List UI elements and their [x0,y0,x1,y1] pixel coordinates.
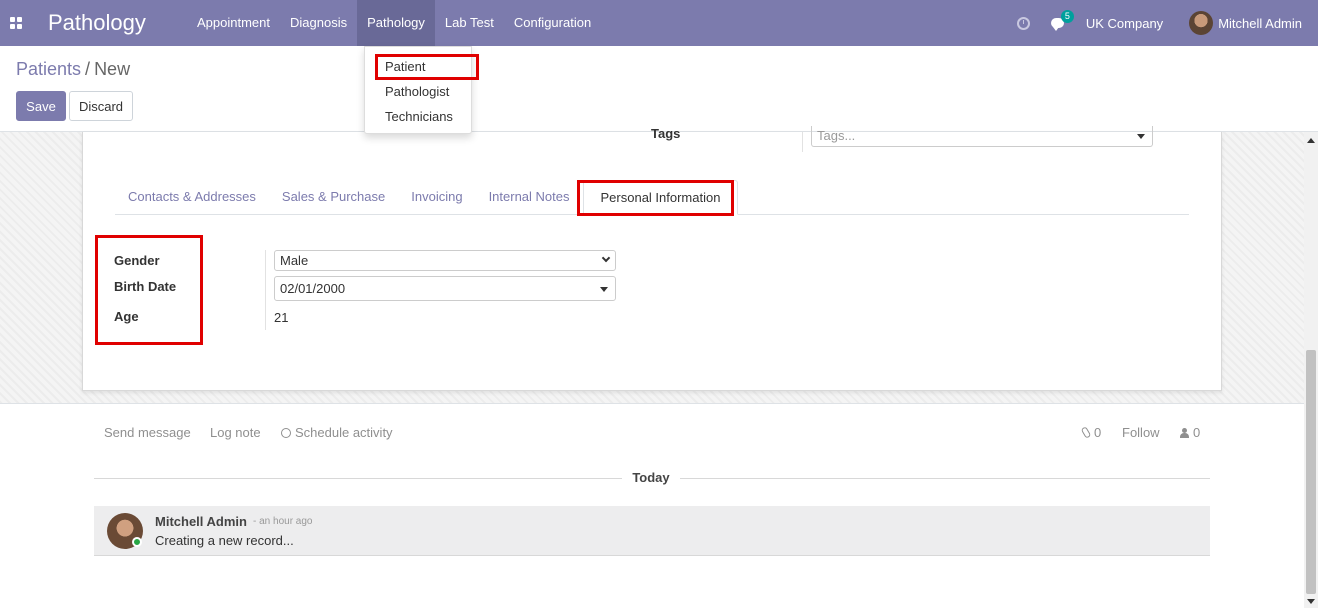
user-avatar [1189,11,1214,35]
message-time: - an hour ago [253,516,313,527]
send-message-button[interactable]: Send message [104,425,191,440]
chat-count-badge: 5 [1060,10,1074,23]
navbar-systray: 5 UK Company Mitchell Admin [1016,0,1318,46]
main-menu: Appointment Diagnosis Pathology Lab Test… [187,0,601,46]
field-divider [265,250,266,330]
dropdown-item-technicians[interactable]: Technicians [385,109,453,124]
breadcrumb: Patients / New [16,59,130,80]
user-menu[interactable]: Mitchell Admin [1189,11,1302,35]
apps-menu-icon[interactable] [0,0,32,46]
top-navbar: Pathology Appointment Diagnosis Patholog… [0,0,1318,46]
age-label: Age [114,309,139,324]
dropdown-item-patient[interactable]: Patient [385,59,425,74]
menu-diagnosis[interactable]: Diagnosis [280,0,357,46]
gender-select[interactable]: Male [274,250,616,271]
tags-input[interactable]: Tags... [811,126,1153,147]
online-status-icon [132,537,142,547]
breadcrumb-patients[interactable]: Patients [16,59,81,79]
scroll-down-icon[interactable] [1307,599,1315,604]
followers-count: 0 [1193,425,1201,440]
chatter-topbar: Send message Log note Schedule activity … [94,425,1210,443]
pathology-dropdown: Patient Pathologist Technicians [364,46,479,134]
discard-button[interactable]: Discard [69,91,133,121]
schedule-activity-button[interactable]: Schedule activity [281,425,393,440]
paperclip-icon [1080,426,1092,439]
form-sheet: Tags Tags... Contacts & Addresses Sales … [82,126,1222,391]
menu-pathology[interactable]: Pathology [357,0,435,46]
schedule-activity-label: Schedule activity [295,425,393,440]
activity-clock-icon[interactable] [1016,16,1030,30]
birth-date-input[interactable]: 02/01/2000 [274,276,616,301]
menu-configuration[interactable]: Configuration [504,0,601,46]
control-panel: Patients / New Save Discard [0,46,1318,132]
gender-value: Male [280,253,309,268]
tags-dropdown-icon[interactable] [1137,134,1145,139]
attachments-button[interactable]: 0 [1080,425,1102,440]
tab-sales-purchase[interactable]: Sales & Purchase [269,180,398,214]
age-value: 21 [274,310,289,325]
message-body: Creating a new record... [155,533,294,548]
scroll-up-icon[interactable] [1307,138,1315,143]
company-switcher[interactable]: UK Company [1086,16,1163,31]
messaging-menu[interactable]: 5 [1050,10,1074,31]
page-scrollbar[interactable] [1304,132,1318,608]
dropdown-item-pathologist[interactable]: Pathologist [385,84,449,99]
birth-date-label: Birth Date [114,279,177,294]
follow-button[interactable]: Follow [1122,425,1160,440]
menu-lab-test[interactable]: Lab Test [435,0,504,46]
tags-placeholder: Tags... [817,128,856,143]
notebook-tabs: Contacts & Addresses Sales & Purchase In… [115,180,1189,215]
user-name: Mitchell Admin [1218,15,1302,31]
followers-button[interactable]: 0 [1180,425,1200,440]
tags-label: Tags [651,126,681,141]
date-dropdown-icon[interactable] [600,287,608,292]
tab-personal-information[interactable]: Personal Information [582,180,739,215]
save-button[interactable]: Save [16,91,66,121]
tags-divider [802,132,803,152]
chevron-down-icon [601,253,611,263]
log-note-button[interactable]: Log note [210,425,261,440]
clock-icon [281,428,291,438]
birth-date-value: 02/01/2000 [280,281,346,296]
gender-label: Gender [114,253,160,268]
breadcrumb-separator: / [85,59,91,79]
attachments-count: 0 [1094,425,1102,440]
tab-internal-notes[interactable]: Internal Notes [476,180,583,214]
person-icon [1180,428,1189,438]
menu-appointment[interactable]: Appointment [187,0,280,46]
chatter-message: Mitchell Admin - an hour ago Creating a … [94,506,1210,556]
breadcrumb-current: New [94,59,131,79]
tab-invoicing[interactable]: Invoicing [398,180,475,214]
scroll-thumb[interactable] [1306,350,1316,594]
app-brand[interactable]: Pathology [48,10,187,36]
today-label: Today [622,470,680,485]
message-author[interactable]: Mitchell Admin [155,514,247,529]
tab-contacts-addresses[interactable]: Contacts & Addresses [115,180,269,214]
